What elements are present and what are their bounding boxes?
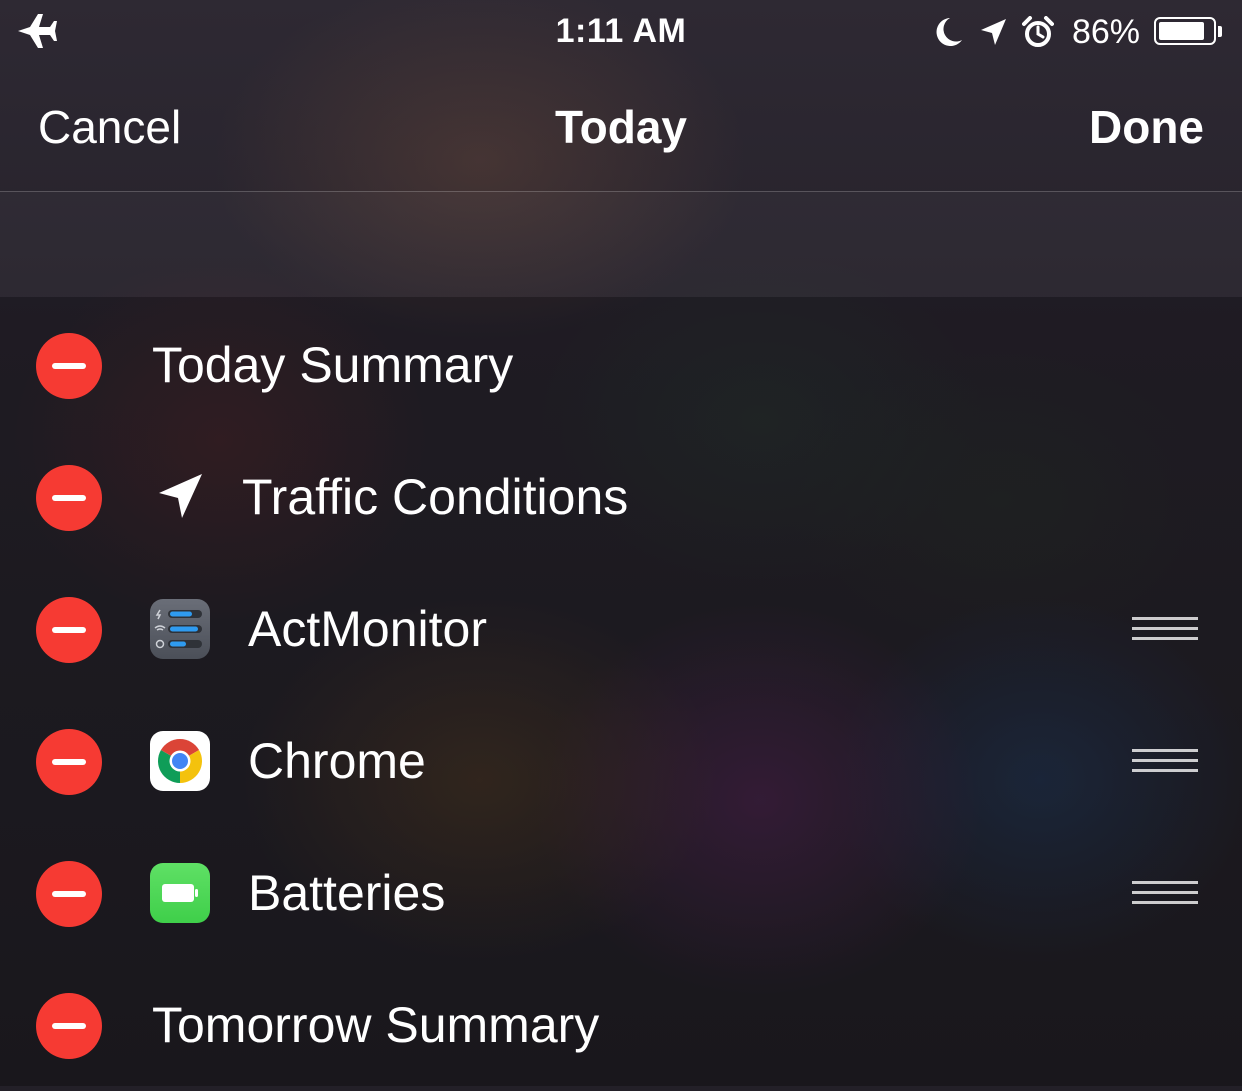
nav-bar: Cancel Today Done: [0, 64, 1242, 192]
location-arrow-icon: [980, 19, 1006, 45]
widget-list: Today Summary Traffic Conditions ActMoni…: [0, 297, 1242, 1086]
batteries-app-icon: [150, 863, 210, 923]
reorder-handle[interactable]: [1132, 749, 1198, 773]
remove-button[interactable]: [36, 333, 102, 399]
location-arrow-icon: [159, 474, 202, 518]
widget-row-today-summary: Today Summary: [0, 299, 1242, 431]
remove-button[interactable]: [36, 465, 102, 531]
actmonitor-app-icon: [150, 599, 210, 659]
widget-row-traffic-conditions: Traffic Conditions: [0, 431, 1242, 563]
done-button[interactable]: Done: [1089, 100, 1204, 154]
widget-row-actmonitor: ActMonitor: [0, 563, 1242, 695]
widget-row-chrome: Chrome: [0, 695, 1242, 827]
chrome-app-icon: [150, 731, 210, 791]
status-bar: 1:11 AM 86%: [0, 0, 1242, 64]
remove-button[interactable]: [36, 597, 102, 663]
remove-button[interactable]: [36, 993, 102, 1059]
status-indicators: 86%: [934, 10, 1224, 54]
widget-label: ActMonitor: [248, 601, 487, 657]
widget-label: Traffic Conditions: [242, 469, 629, 525]
widget-label: Today Summary: [152, 337, 514, 393]
widget-label: Batteries: [248, 865, 446, 921]
widget-label: Tomorrow Summary: [152, 997, 600, 1053]
page-title: Today: [554, 101, 688, 153]
remove-button[interactable]: [36, 729, 102, 795]
widget-row-batteries: Batteries: [0, 827, 1242, 959]
remove-button[interactable]: [36, 861, 102, 927]
moon-icon: [936, 18, 962, 46]
battery-icon: [1154, 17, 1224, 47]
reorder-handle[interactable]: [1132, 881, 1198, 905]
section-header: [0, 192, 1242, 297]
widget-label: Chrome: [248, 733, 426, 789]
reorder-handle[interactable]: [1132, 617, 1198, 641]
alarm-icon: [1021, 16, 1054, 47]
battery-percent: 86%: [1071, 12, 1140, 51]
widget-row-tomorrow-summary: Tomorrow Summary: [0, 959, 1242, 1091]
